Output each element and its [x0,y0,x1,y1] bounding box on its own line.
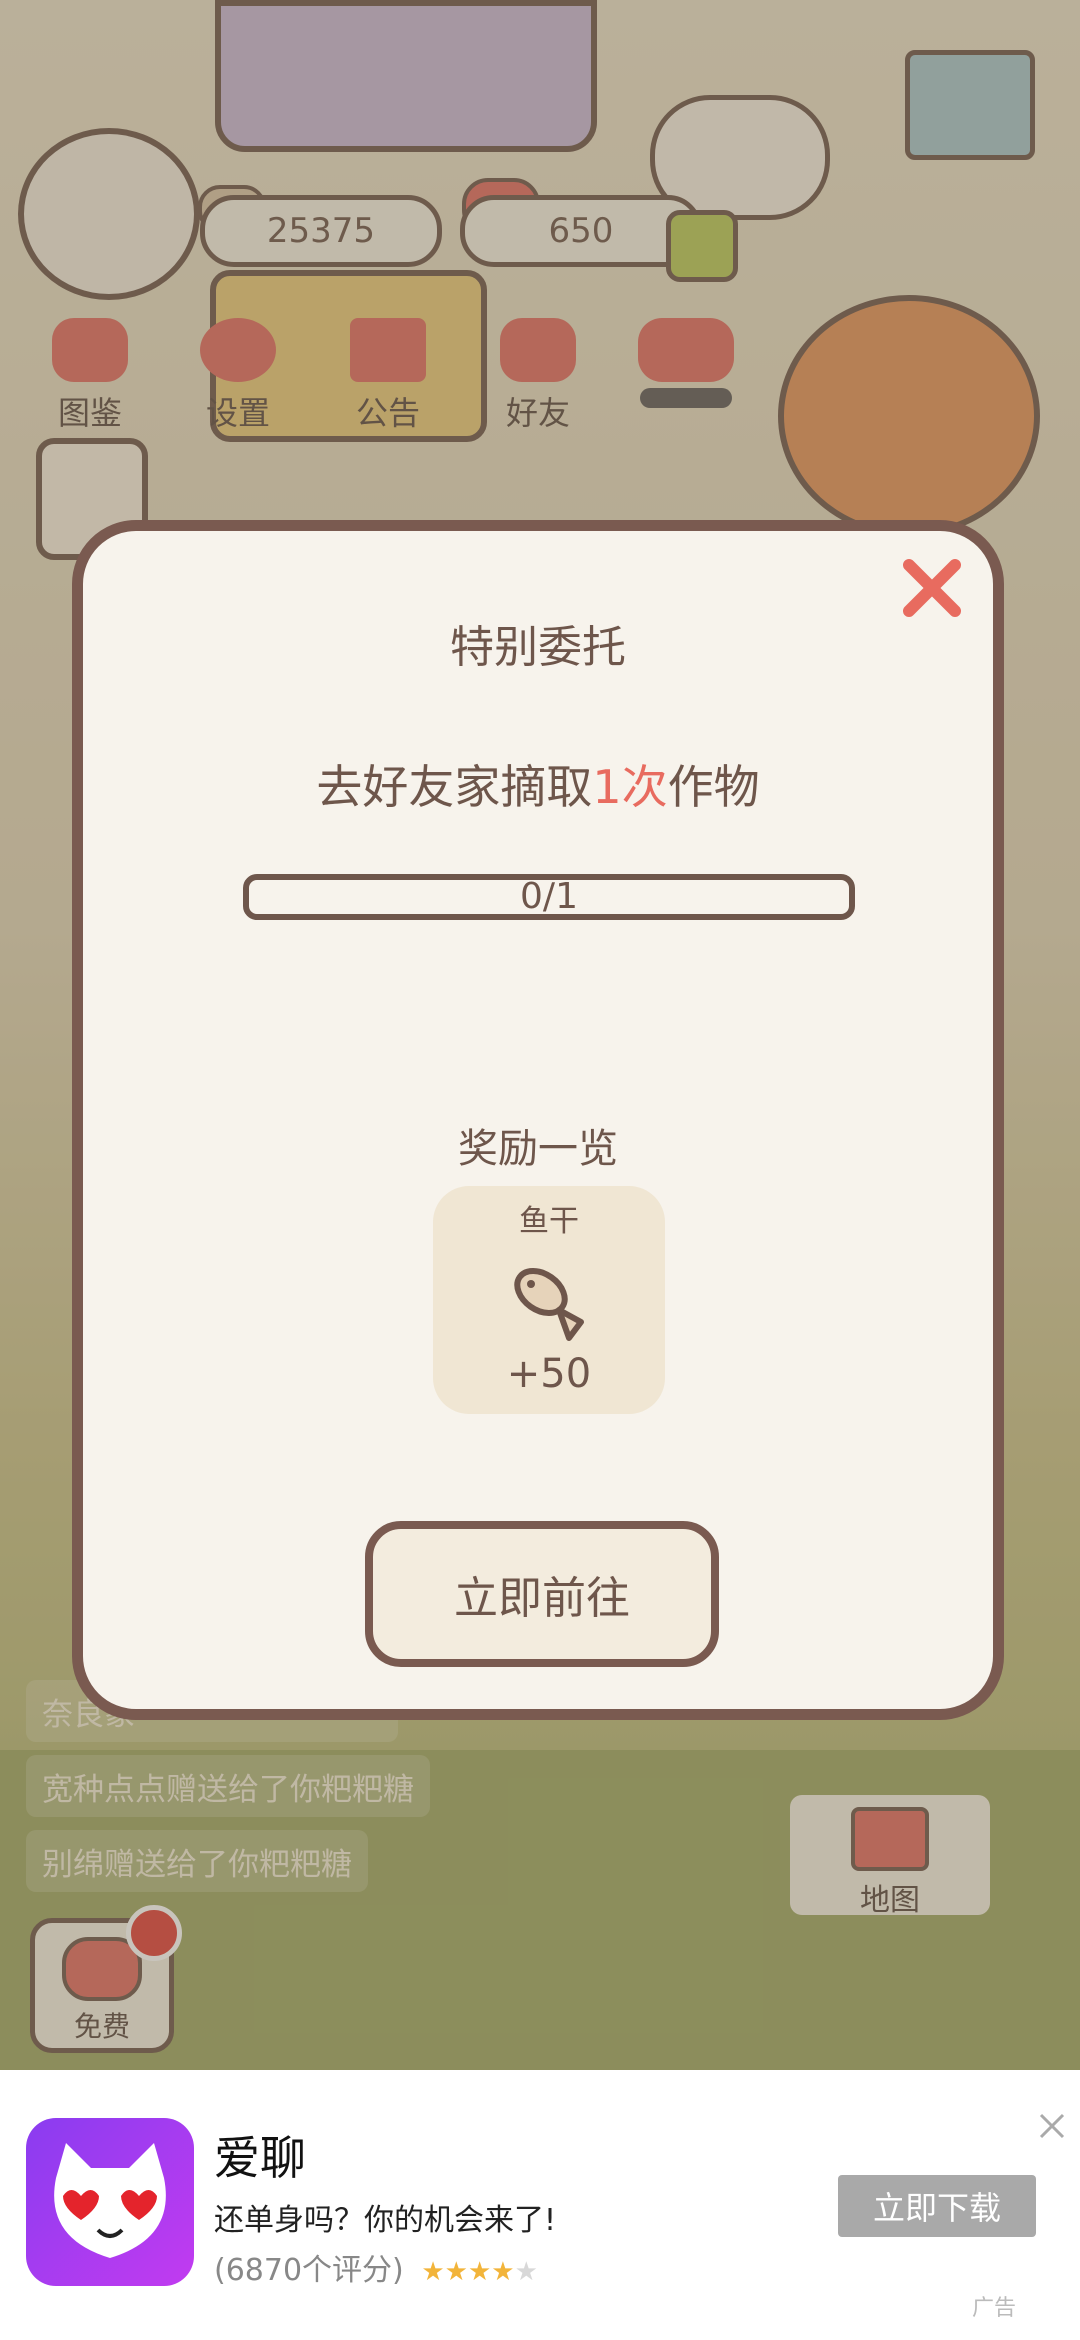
cat-face-icon [54,2143,166,2258]
task-description: 去好友家摘取1次作物 [83,751,993,817]
star-filled-icon: ★ [467,2257,492,2287]
download-button[interactable]: 立即下载 [838,2175,1036,2237]
dried-fish-icon [514,1268,584,1341]
star-filled-icon: ★ [491,2257,515,2287]
star-filled-icon: ★ [444,2257,468,2287]
reward-heading: 奖励一览 [458,1126,618,1172]
ad-description: 还单身吗？你的机会来了! [214,2203,557,2238]
dialog-title: 特别委托 [450,622,626,673]
progress-text: 0/1 [520,876,578,917]
ad-rating: (6870个评分) ★★★★★ [214,2245,538,2289]
go-now-button[interactable]: 立即前往 [365,1521,719,1667]
star-filled-icon: ★ [421,2257,445,2287]
rating-count: (6870个评分) [214,2253,404,2288]
star-rating: ★★★★★ [421,2257,538,2287]
app-icon[interactable] [26,2118,194,2286]
ad-tag: 广告 [972,2296,1017,2321]
reward-quantity: +50 [506,1351,592,1397]
ad-banner[interactable]: 爱聊 还单身吗？你的机会来了! (6870个评分) ★★★★★ 立即下载 [0,2070,1080,2340]
task-progress-bar: 0/1 [243,874,855,920]
task-count: 1次 [592,760,668,814]
reward-name: 鱼干 [519,1204,579,1239]
task-suffix: 作物 [667,760,760,814]
close-icon[interactable] [897,553,967,623]
close-ad-icon[interactable] [1036,2110,1068,2142]
task-prefix: 去好友家摘取 [316,760,593,814]
special-request-dialog: 特别委托 去好友家摘取1次作物 0/1 奖励一览 鱼干 +50 立即前往 [72,520,1004,1720]
star-empty-icon: ★ [514,2257,538,2287]
reward-card: 鱼干 +50 [433,1186,665,1414]
ad-title: 爱聊 [214,2131,306,2185]
